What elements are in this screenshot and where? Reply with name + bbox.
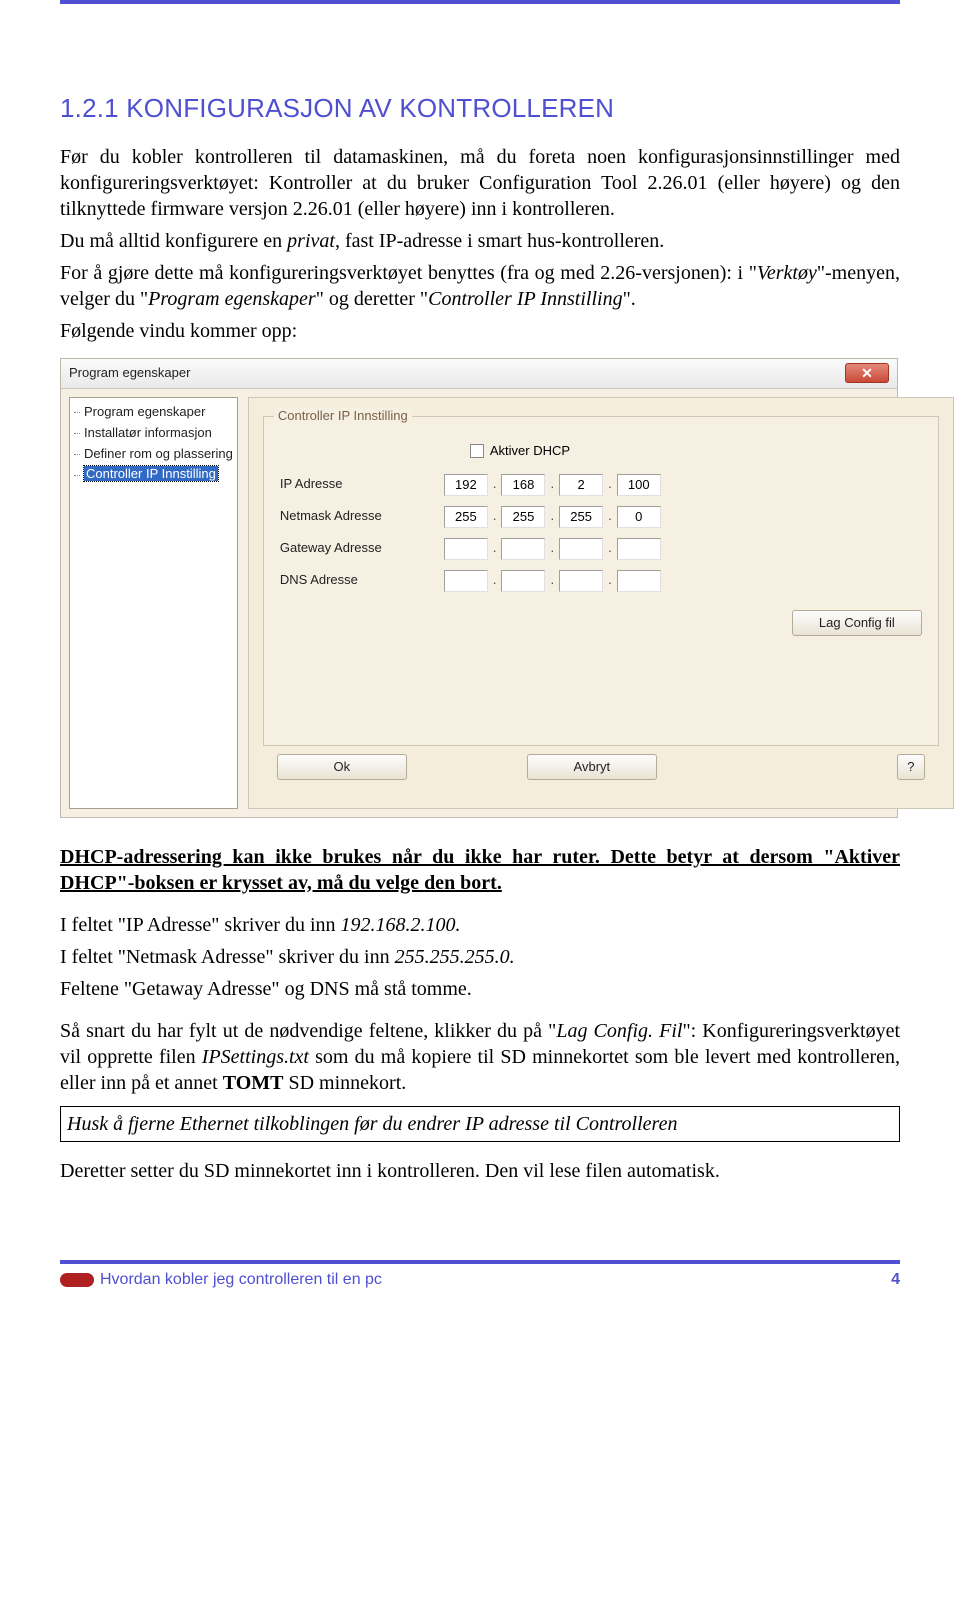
section-heading: 1.2.1 KONFIGURASJON AV KONTROLLEREN xyxy=(60,92,900,126)
ip-octet-3[interactable]: 2 xyxy=(559,474,603,496)
netmask-octet-3[interactable]: 255 xyxy=(559,506,603,528)
tree-item-installator[interactable]: Installatør informasjon xyxy=(72,423,235,444)
tree-item-controller-ip[interactable]: Controller IP Innstilling xyxy=(72,464,235,485)
label-ip-adresse: IP Adresse xyxy=(280,476,430,493)
ip-octet-1[interactable]: 192 xyxy=(444,474,488,496)
label-netmask: Netmask Adresse xyxy=(280,508,430,525)
gateway-octet-3[interactable] xyxy=(559,538,603,560)
dot-icon: . xyxy=(492,540,498,557)
dhcp-warning: DHCP-adressering kan ikke brukes når du … xyxy=(60,844,900,896)
settings-tree[interactable]: Program egenskaper Installatør informasj… xyxy=(69,397,238,809)
intro-paragraph-1: Før du kobler kontrolleren til datamaski… xyxy=(60,144,900,222)
dot-icon: . xyxy=(607,508,613,525)
label-gateway: Gateway Adresse xyxy=(280,540,430,557)
dot-icon: . xyxy=(549,540,555,557)
lag-config-fil-button[interactable]: Lag Config fil xyxy=(792,610,922,636)
ip-octet-4[interactable]: 100 xyxy=(617,474,661,496)
netmask-octet-1[interactable]: 255 xyxy=(444,506,488,528)
help-button[interactable]: ? xyxy=(897,754,925,780)
config-file-paragraph: Så snart du har fylt ut de nødvendige fe… xyxy=(60,1018,900,1096)
close-icon[interactable]: ✕ xyxy=(845,363,889,383)
gateway-octet-2[interactable] xyxy=(501,538,545,560)
dialog-title: Program egenskaper xyxy=(69,365,190,382)
dot-icon: . xyxy=(607,572,613,589)
dot-icon: . xyxy=(607,540,613,557)
netmask-octet-4[interactable]: 0 xyxy=(617,506,661,528)
ethernet-warning-box: Husk å fjerne Ethernet tilkoblingen før … xyxy=(60,1106,900,1142)
ip-instruction-3: Feltene "Getaway Adresse" og DNS må stå … xyxy=(60,976,900,1002)
page-content: 1.2.1 KONFIGURASJON AV KONTROLLEREN Før … xyxy=(0,4,960,1220)
dot-icon: . xyxy=(492,572,498,589)
brand-logo-icon xyxy=(60,1273,94,1287)
dot-icon: . xyxy=(549,508,555,525)
footer-title: Hvordan kobler jeg controlleren til en p… xyxy=(100,1270,382,1291)
dot-icon: . xyxy=(549,572,555,589)
footer-bar: Hvordan kobler jeg controlleren til en p… xyxy=(0,1270,960,1311)
dot-icon: . xyxy=(549,476,555,493)
dialog-titlebar: Program egenskaper ✕ xyxy=(61,359,897,389)
row-ip-adresse: IP Adresse 192. 168. 2. 100 xyxy=(280,474,922,496)
aktiver-dhcp-label: Aktiver DHCP xyxy=(490,443,570,460)
dns-octet-3[interactable] xyxy=(559,570,603,592)
row-dns: DNS Adresse . . . xyxy=(280,570,922,592)
netmask-octet-2[interactable]: 255 xyxy=(501,506,545,528)
row-gateway: Gateway Adresse . . . xyxy=(280,538,922,560)
row-netmask: Netmask Adresse 255. 255. 255. 0 xyxy=(280,506,922,528)
ip-octet-2[interactable]: 168 xyxy=(501,474,545,496)
ip-instruction-1: I feltet "IP Adresse" skriver du inn 192… xyxy=(60,912,900,938)
aktiver-dhcp-row: Aktiver DHCP xyxy=(470,443,922,460)
dot-icon: . xyxy=(607,476,613,493)
gateway-octet-1[interactable] xyxy=(444,538,488,560)
intro-paragraph-3: Følgende vindu kommer opp: xyxy=(60,318,900,344)
controller-ip-groupbox: Controller IP Innstilling Aktiver DHCP I… xyxy=(263,416,939,746)
dialog-right-pane: Controller IP Innstilling Aktiver DHCP I… xyxy=(248,397,954,809)
program-egenskaper-dialog: Program egenskaper ✕ Program egenskaper … xyxy=(60,358,898,818)
page-number: 4 xyxy=(891,1270,900,1291)
gateway-octet-4[interactable] xyxy=(617,538,661,560)
avbryt-button[interactable]: Avbryt xyxy=(527,754,657,780)
footer-border-rule xyxy=(60,1260,900,1264)
ok-button[interactable]: Ok xyxy=(277,754,407,780)
dns-octet-2[interactable] xyxy=(501,570,545,592)
dot-icon: . xyxy=(492,476,498,493)
dns-octet-1[interactable] xyxy=(444,570,488,592)
label-dns: DNS Adresse xyxy=(280,572,430,589)
groupbox-legend: Controller IP Innstilling xyxy=(274,408,412,425)
final-paragraph: Deretter setter du SD minnekortet inn i … xyxy=(60,1158,900,1184)
dialog-button-row: Ok Avbryt ? xyxy=(263,746,939,794)
dot-icon: . xyxy=(492,508,498,525)
aktiver-dhcp-checkbox[interactable] xyxy=(470,444,484,458)
tree-item-program-egenskaper[interactable]: Program egenskaper xyxy=(72,402,235,423)
intro-paragraph-1b: Du må alltid konfigurere en privat, fast… xyxy=(60,228,900,254)
ip-instruction-2: I feltet "Netmask Adresse" skriver du in… xyxy=(60,944,900,970)
tree-item-definer-rom[interactable]: Definer rom og plassering xyxy=(72,444,235,465)
intro-paragraph-2: For å gjøre dette må konfigureringsverkt… xyxy=(60,260,900,312)
dns-octet-4[interactable] xyxy=(617,570,661,592)
